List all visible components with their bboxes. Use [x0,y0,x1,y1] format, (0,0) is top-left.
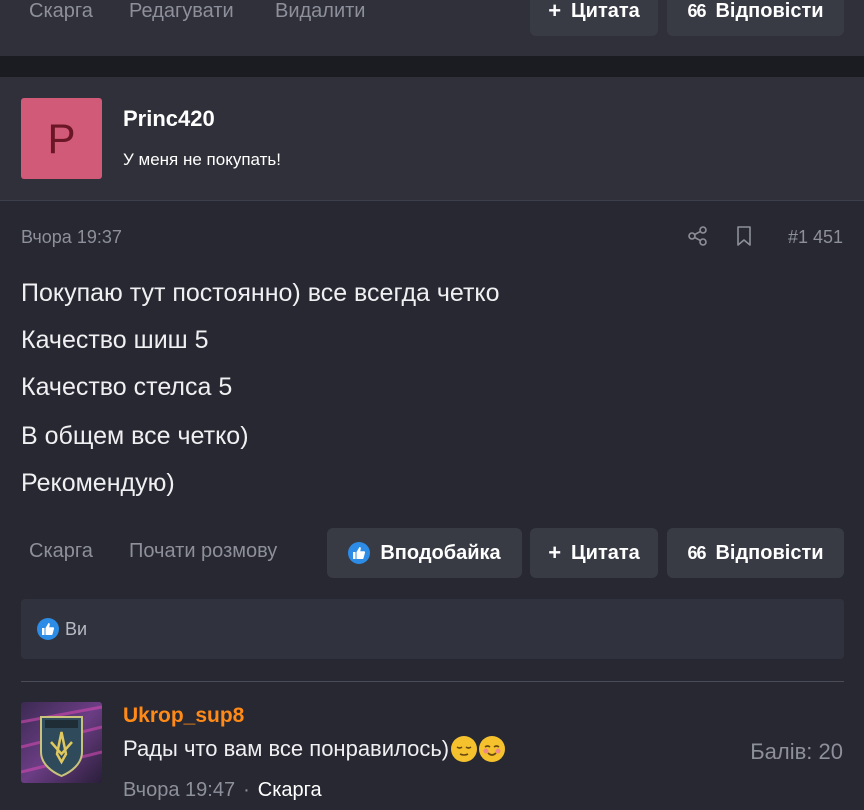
post-date[interactable]: Вчора 19:37 [21,227,122,248]
post-body-line: В общем все четко) [21,422,249,450]
reply-button-label: Відповісти [715,541,824,564]
reactions-summary[interactable]: Ви [65,619,87,640]
post-body-line: Качество стелса 5 [21,373,233,401]
thumbs-up-icon [37,618,59,640]
quote-marks-icon: 66 [687,0,706,21]
post-body-line: Качество шиш 5 [21,326,209,354]
quote-button-label: Цитата [571,0,640,22]
reply-button[interactable]: 66 Відповісти [667,528,844,578]
like-button-label: Вподобайка [380,541,501,564]
post-separator [0,56,864,77]
reply-score: Балів: 20 [750,739,843,764]
divider [21,681,844,682]
plus-icon: + [548,0,562,23]
plus-icon: + [548,540,562,565]
reply-button-label: Відповісти [715,0,824,22]
post-number-link[interactable]: #1 451 [788,227,843,248]
quote-button[interactable]: + Цитата [530,0,658,36]
report-link[interactable]: Скарга [258,779,322,802]
reply-meta: Вчора 19:47 · Скарга [123,779,322,802]
like-button[interactable]: Вподобайка [327,528,522,578]
thumbs-up-icon [348,542,371,564]
report-link[interactable]: Скарга [29,0,93,22]
separator-dot: · [243,779,250,801]
author-username[interactable]: Princ420 [123,106,215,132]
delete-link[interactable]: Видалити [275,0,365,22]
avatar[interactable]: P [21,98,102,179]
reply-button[interactable]: 66 Відповісти [667,0,844,36]
post-body-line: Покупаю тут постоянно) все всегда четко [21,279,500,307]
edit-link[interactable]: Редагувати [129,0,234,22]
reply-author-username[interactable]: Ukrop_sup8 [123,704,244,728]
reply-date[interactable]: Вчора 19:47 [123,779,235,802]
reactions-bar[interactable]: Ви [21,599,844,659]
smiling-face-icon [479,736,506,762]
relieved-face-icon [451,736,478,762]
share-icon[interactable] [687,225,709,252]
divider [0,200,864,201]
reply-message: Рады что вам все понравилось) [123,736,506,762]
avatar[interactable] [21,702,102,783]
quote-button[interactable]: + Цитата [530,528,658,578]
reply-text: Рады что вам все понравилось) [123,736,450,761]
quote-marks-icon: 66 [687,542,706,563]
quote-button-label: Цитата [571,541,640,564]
start-conversation-link[interactable]: Почати розмову [129,540,277,562]
post-author-header [0,77,864,200]
post-body-line: Рекомендую) [21,469,175,497]
author-user-title: У меня не покупать! [123,150,281,169]
bookmark-icon[interactable] [734,225,754,252]
report-link[interactable]: Скарга [29,540,93,562]
